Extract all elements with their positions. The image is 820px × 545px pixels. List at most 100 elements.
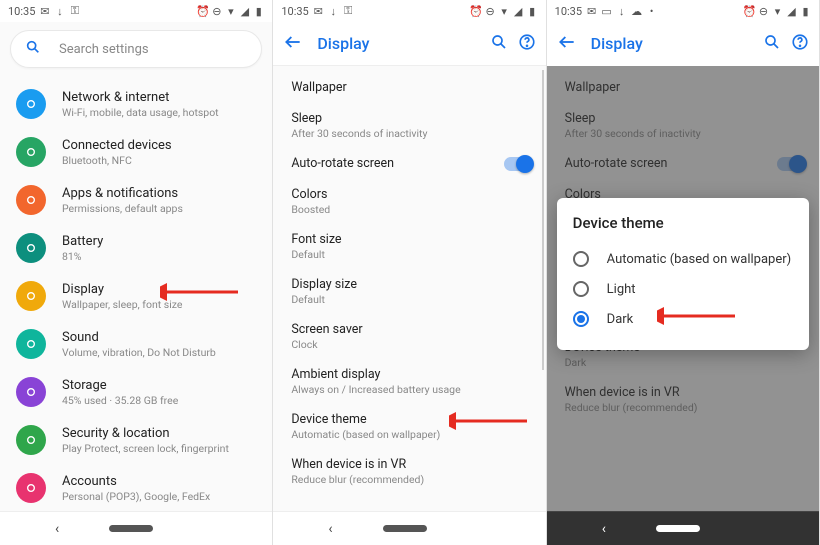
display-item-title: Colors <box>291 187 527 202</box>
nav-bar: ‹ <box>0 511 272 545</box>
search-settings-input[interactable]: Search settings <box>10 30 262 68</box>
nav-back-icon[interactable]: ‹ <box>602 521 606 537</box>
theme-option-automatic[interactable]: Automatic (based on wallpaper) <box>573 244 793 274</box>
alarm-icon: ⏰ <box>744 6 755 17</box>
display-appbar: Display <box>273 22 545 66</box>
settings-item-title: Network & internet <box>62 90 219 105</box>
battery-icon: ▮ <box>800 6 811 17</box>
nav-home-pill[interactable] <box>656 525 700 532</box>
chat-icon: ✉ <box>586 6 597 17</box>
settings-item-title: Battery <box>62 234 103 249</box>
display-item-sub: Always on / Increased battery usage <box>291 383 527 396</box>
nav-home-pill[interactable] <box>109 525 153 532</box>
display-item-wallpaper[interactable]: Wallpaper <box>273 72 545 103</box>
display-item-title: Wallpaper <box>291 80 527 95</box>
help-icon[interactable] <box>518 33 536 55</box>
display-item-when-device-is-in-vr[interactable]: When device is in VRReduce blur (recomme… <box>273 449 545 494</box>
theme-option-label: Light <box>607 282 636 297</box>
settings-item-title: Storage <box>62 378 178 393</box>
display-item-title: Display size <box>291 277 527 292</box>
settings-item-apps-notifications[interactable]: Apps & notificationsPermissions, default… <box>0 176 272 224</box>
signal-icon: ◢ <box>786 6 797 17</box>
nav-home-pill[interactable] <box>383 525 427 532</box>
back-arrow-icon[interactable] <box>557 32 577 56</box>
status-time: 10:35 <box>8 5 35 18</box>
theme-option-light[interactable]: Light <box>573 274 793 304</box>
nav-back-icon[interactable]: ‹ <box>328 521 332 537</box>
dnd-icon: ⊖ <box>758 6 769 17</box>
display-item-title: Device theme <box>291 412 527 427</box>
status-bar: 10:35 ✉ ▭ ↓ ☁ • ⏰ ⊖ ▾ ◢ ▮ <box>547 0 819 22</box>
display-item-title: Sleep <box>291 111 527 126</box>
signal-icon: ◢ <box>513 6 524 17</box>
settings-item-display[interactable]: DisplayWallpaper, sleep, font size <box>0 272 272 320</box>
display-item-screen-saver[interactable]: Screen saverClock <box>273 314 545 359</box>
display-item-title: Screen saver <box>291 322 527 337</box>
display-item-font-size[interactable]: Font sizeDefault <box>273 224 545 269</box>
dnd-icon: ⊖ <box>485 6 496 17</box>
settings-item-title: Security & location <box>62 426 229 441</box>
download-icon: ↓ <box>328 6 339 17</box>
device-theme-dialog: Device theme Automatic (based on wallpap… <box>557 198 809 350</box>
settings-item-title: Connected devices <box>62 138 172 153</box>
settings-item-title: Apps & notifications <box>62 186 183 201</box>
settings-item-connected-devices[interactable]: Connected devicesBluetooth, NFC <box>0 128 272 176</box>
chat-icon: ✉ <box>39 6 50 17</box>
display-item-sleep[interactable]: SleepAfter 30 seconds of inactivity <box>273 103 545 148</box>
radio-icon <box>573 281 589 297</box>
settings-item-sub: Wallpaper, sleep, font size <box>62 298 182 311</box>
help-icon[interactable] <box>791 33 809 55</box>
display-item-sub: Automatic (based on wallpaper) <box>291 428 527 441</box>
radio-icon <box>573 311 589 327</box>
settings-item-sound[interactable]: SoundVolume, vibration, Do Not Disturb <box>0 320 272 368</box>
brightness-icon <box>16 281 46 311</box>
appbar-title: Display <box>591 34 753 53</box>
alarm-icon: ⏰ <box>197 6 208 17</box>
settings-item-sub: Volume, vibration, Do Not Disturb <box>62 346 216 359</box>
settings-item-network-internet[interactable]: Network & internetWi-Fi, mobile, data us… <box>0 80 272 128</box>
wifi-drop-icon <box>16 89 46 119</box>
autorotate-switch[interactable] <box>504 157 532 171</box>
sound-icon <box>16 329 46 359</box>
search-icon[interactable] <box>490 33 508 55</box>
display-item-sub: After 30 seconds of inactivity <box>291 127 527 140</box>
alarm-icon: ⏰ <box>471 6 482 17</box>
settings-item-security-location[interactable]: Security & locationPlay Protect, screen … <box>0 416 272 464</box>
display-item-display-size[interactable]: Display sizeDefault <box>273 269 545 314</box>
settings-list: Network & internetWi-Fi, mobile, data us… <box>0 76 272 516</box>
display-item-auto-rotate-screen[interactable]: Auto-rotate screen <box>273 148 545 179</box>
display-appbar: Display <box>547 22 819 66</box>
wifi-icon: ▾ <box>499 6 510 17</box>
settings-item-title: Display <box>62 282 182 297</box>
radio-icon <box>573 251 589 267</box>
settings-item-title: Sound <box>62 330 216 345</box>
display-item-sub: Reduce blur (recommended) <box>291 473 527 486</box>
lock-icon <box>16 425 46 455</box>
theme-option-label: Dark <box>607 312 634 327</box>
display-item-sub: Default <box>291 248 527 261</box>
settings-item-sub: Personal (POP3), Google, FedEx <box>62 490 210 503</box>
display-item-title: Ambient display <box>291 367 527 382</box>
display-item-device-theme[interactable]: Device themeAutomatic (based on wallpape… <box>273 404 545 449</box>
dnd-icon: ⊖ <box>211 6 222 17</box>
storage-icon <box>16 377 46 407</box>
monitor-icon: ▭ <box>601 6 612 17</box>
settings-item-battery[interactable]: Battery81% <box>0 224 272 272</box>
status-time: 10:35 <box>555 5 582 18</box>
settings-item-accounts[interactable]: AccountsPersonal (POP3), Google, FedEx <box>0 464 272 512</box>
dialog-title: Device theme <box>573 214 793 232</box>
display-item-title: When device is in VR <box>291 457 527 472</box>
wifi-icon: ▾ <box>225 6 236 17</box>
settings-item-sub: Play Protect, screen lock, fingerprint <box>62 442 229 455</box>
scroll-indicator <box>542 70 544 370</box>
search-icon[interactable] <box>763 33 781 55</box>
apps-icon <box>16 185 46 215</box>
display-item-ambient-display[interactable]: Ambient displayAlways on / Increased bat… <box>273 359 545 404</box>
nav-bar: ‹ <box>273 511 545 545</box>
nav-back-icon[interactable]: ‹ <box>55 521 59 537</box>
display-item-colors[interactable]: ColorsBoosted <box>273 179 545 224</box>
settings-item-storage[interactable]: Storage45% used · 35.28 GB free <box>0 368 272 416</box>
theme-option-dark[interactable]: Dark <box>573 304 793 334</box>
back-arrow-icon[interactable] <box>283 32 303 56</box>
download-icon: ↓ <box>54 6 65 17</box>
